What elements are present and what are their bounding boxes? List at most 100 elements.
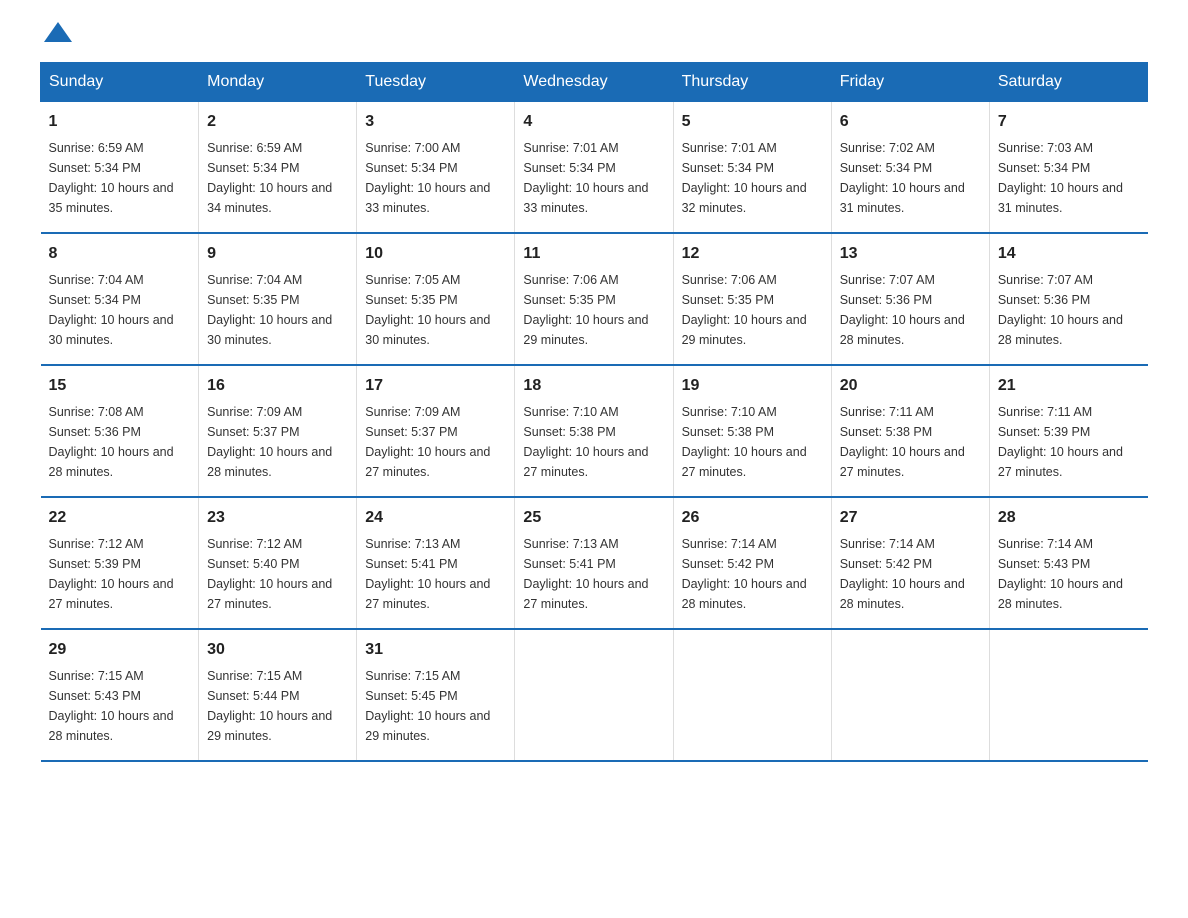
day-cell: [673, 629, 831, 761]
day-cell: 10 Sunrise: 7:05 AMSunset: 5:35 PMDaylig…: [357, 233, 515, 365]
weekday-header-row: SundayMondayTuesdayWednesdayThursdayFrid…: [41, 63, 1148, 102]
day-cell: 1 Sunrise: 6:59 AMSunset: 5:34 PMDayligh…: [41, 102, 199, 234]
day-cell: 24 Sunrise: 7:13 AMSunset: 5:41 PMDaylig…: [357, 497, 515, 629]
day-number: 22: [49, 506, 191, 530]
day-cell: 18 Sunrise: 7:10 AMSunset: 5:38 PMDaylig…: [515, 365, 673, 497]
day-info: Sunrise: 7:15 AMSunset: 5:44 PMDaylight:…: [207, 669, 332, 743]
header-saturday: Saturday: [989, 63, 1147, 102]
day-info: Sunrise: 7:14 AMSunset: 5:42 PMDaylight:…: [682, 537, 807, 611]
day-info: Sunrise: 7:13 AMSunset: 5:41 PMDaylight:…: [523, 537, 648, 611]
day-cell: 16 Sunrise: 7:09 AMSunset: 5:37 PMDaylig…: [199, 365, 357, 497]
day-cell: [989, 629, 1147, 761]
day-info: Sunrise: 7:15 AMSunset: 5:43 PMDaylight:…: [49, 669, 174, 743]
day-number: 6: [840, 110, 981, 134]
day-number: 3: [365, 110, 506, 134]
day-info: Sunrise: 7:04 AMSunset: 5:34 PMDaylight:…: [49, 273, 174, 347]
logo-top: [40, 30, 72, 42]
week-row-2: 8 Sunrise: 7:04 AMSunset: 5:34 PMDayligh…: [41, 233, 1148, 365]
logo: [40, 30, 72, 42]
day-info: Sunrise: 7:01 AMSunset: 5:34 PMDaylight:…: [523, 141, 648, 215]
day-cell: 7 Sunrise: 7:03 AMSunset: 5:34 PMDayligh…: [989, 102, 1147, 234]
day-info: Sunrise: 7:09 AMSunset: 5:37 PMDaylight:…: [207, 405, 332, 479]
day-cell: 17 Sunrise: 7:09 AMSunset: 5:37 PMDaylig…: [357, 365, 515, 497]
day-info: Sunrise: 7:14 AMSunset: 5:43 PMDaylight:…: [998, 537, 1123, 611]
logo-triangle-icon: [44, 22, 72, 42]
day-number: 23: [207, 506, 348, 530]
day-cell: 11 Sunrise: 7:06 AMSunset: 5:35 PMDaylig…: [515, 233, 673, 365]
day-number: 1: [49, 110, 191, 134]
day-info: Sunrise: 7:13 AMSunset: 5:41 PMDaylight:…: [365, 537, 490, 611]
day-number: 26: [682, 506, 823, 530]
day-info: Sunrise: 7:15 AMSunset: 5:45 PMDaylight:…: [365, 669, 490, 743]
day-number: 16: [207, 374, 348, 398]
day-info: Sunrise: 7:11 AMSunset: 5:39 PMDaylight:…: [998, 405, 1123, 479]
day-cell: 20 Sunrise: 7:11 AMSunset: 5:38 PMDaylig…: [831, 365, 989, 497]
header-wednesday: Wednesday: [515, 63, 673, 102]
day-cell: 3 Sunrise: 7:00 AMSunset: 5:34 PMDayligh…: [357, 102, 515, 234]
day-cell: 15 Sunrise: 7:08 AMSunset: 5:36 PMDaylig…: [41, 365, 199, 497]
day-number: 27: [840, 506, 981, 530]
day-number: 28: [998, 506, 1140, 530]
day-cell: 5 Sunrise: 7:01 AMSunset: 5:34 PMDayligh…: [673, 102, 831, 234]
day-cell: 22 Sunrise: 7:12 AMSunset: 5:39 PMDaylig…: [41, 497, 199, 629]
calendar-table: SundayMondayTuesdayWednesdayThursdayFrid…: [40, 62, 1148, 762]
day-number: 17: [365, 374, 506, 398]
day-info: Sunrise: 7:06 AMSunset: 5:35 PMDaylight:…: [523, 273, 648, 347]
day-cell: 9 Sunrise: 7:04 AMSunset: 5:35 PMDayligh…: [199, 233, 357, 365]
day-cell: 28 Sunrise: 7:14 AMSunset: 5:43 PMDaylig…: [989, 497, 1147, 629]
page-header: [40, 30, 1148, 42]
header-sunday: Sunday: [41, 63, 199, 102]
day-info: Sunrise: 7:02 AMSunset: 5:34 PMDaylight:…: [840, 141, 965, 215]
day-info: Sunrise: 7:05 AMSunset: 5:35 PMDaylight:…: [365, 273, 490, 347]
day-info: Sunrise: 7:07 AMSunset: 5:36 PMDaylight:…: [998, 273, 1123, 347]
day-number: 11: [523, 242, 664, 266]
header-tuesday: Tuesday: [357, 63, 515, 102]
week-row-4: 22 Sunrise: 7:12 AMSunset: 5:39 PMDaylig…: [41, 497, 1148, 629]
day-cell: 4 Sunrise: 7:01 AMSunset: 5:34 PMDayligh…: [515, 102, 673, 234]
day-cell: 30 Sunrise: 7:15 AMSunset: 5:44 PMDaylig…: [199, 629, 357, 761]
day-cell: [515, 629, 673, 761]
day-cell: 27 Sunrise: 7:14 AMSunset: 5:42 PMDaylig…: [831, 497, 989, 629]
day-number: 13: [840, 242, 981, 266]
day-info: Sunrise: 7:14 AMSunset: 5:42 PMDaylight:…: [840, 537, 965, 611]
header-monday: Monday: [199, 63, 357, 102]
day-cell: 6 Sunrise: 7:02 AMSunset: 5:34 PMDayligh…: [831, 102, 989, 234]
header-thursday: Thursday: [673, 63, 831, 102]
day-number: 9: [207, 242, 348, 266]
day-number: 14: [998, 242, 1140, 266]
day-info: Sunrise: 7:08 AMSunset: 5:36 PMDaylight:…: [49, 405, 174, 479]
day-number: 25: [523, 506, 664, 530]
day-cell: 2 Sunrise: 6:59 AMSunset: 5:34 PMDayligh…: [199, 102, 357, 234]
day-number: 18: [523, 374, 664, 398]
day-info: Sunrise: 6:59 AMSunset: 5:34 PMDaylight:…: [207, 141, 332, 215]
day-info: Sunrise: 7:12 AMSunset: 5:40 PMDaylight:…: [207, 537, 332, 611]
day-number: 20: [840, 374, 981, 398]
day-number: 21: [998, 374, 1140, 398]
day-info: Sunrise: 7:01 AMSunset: 5:34 PMDaylight:…: [682, 141, 807, 215]
day-number: 10: [365, 242, 506, 266]
day-cell: 29 Sunrise: 7:15 AMSunset: 5:43 PMDaylig…: [41, 629, 199, 761]
day-info: Sunrise: 7:09 AMSunset: 5:37 PMDaylight:…: [365, 405, 490, 479]
day-info: Sunrise: 6:59 AMSunset: 5:34 PMDaylight:…: [49, 141, 174, 215]
day-cell: 25 Sunrise: 7:13 AMSunset: 5:41 PMDaylig…: [515, 497, 673, 629]
day-cell: 23 Sunrise: 7:12 AMSunset: 5:40 PMDaylig…: [199, 497, 357, 629]
day-number: 29: [49, 638, 191, 662]
day-number: 8: [49, 242, 191, 266]
week-row-3: 15 Sunrise: 7:08 AMSunset: 5:36 PMDaylig…: [41, 365, 1148, 497]
day-info: Sunrise: 7:10 AMSunset: 5:38 PMDaylight:…: [682, 405, 807, 479]
day-number: 12: [682, 242, 823, 266]
day-cell: 31 Sunrise: 7:15 AMSunset: 5:45 PMDaylig…: [357, 629, 515, 761]
day-info: Sunrise: 7:07 AMSunset: 5:36 PMDaylight:…: [840, 273, 965, 347]
day-cell: 19 Sunrise: 7:10 AMSunset: 5:38 PMDaylig…: [673, 365, 831, 497]
day-info: Sunrise: 7:03 AMSunset: 5:34 PMDaylight:…: [998, 141, 1123, 215]
day-cell: 8 Sunrise: 7:04 AMSunset: 5:34 PMDayligh…: [41, 233, 199, 365]
day-number: 30: [207, 638, 348, 662]
day-number: 7: [998, 110, 1140, 134]
day-number: 19: [682, 374, 823, 398]
day-cell: 14 Sunrise: 7:07 AMSunset: 5:36 PMDaylig…: [989, 233, 1147, 365]
day-info: Sunrise: 7:06 AMSunset: 5:35 PMDaylight:…: [682, 273, 807, 347]
day-cell: 12 Sunrise: 7:06 AMSunset: 5:35 PMDaylig…: [673, 233, 831, 365]
day-info: Sunrise: 7:00 AMSunset: 5:34 PMDaylight:…: [365, 141, 490, 215]
day-number: 31: [365, 638, 506, 662]
week-row-5: 29 Sunrise: 7:15 AMSunset: 5:43 PMDaylig…: [41, 629, 1148, 761]
